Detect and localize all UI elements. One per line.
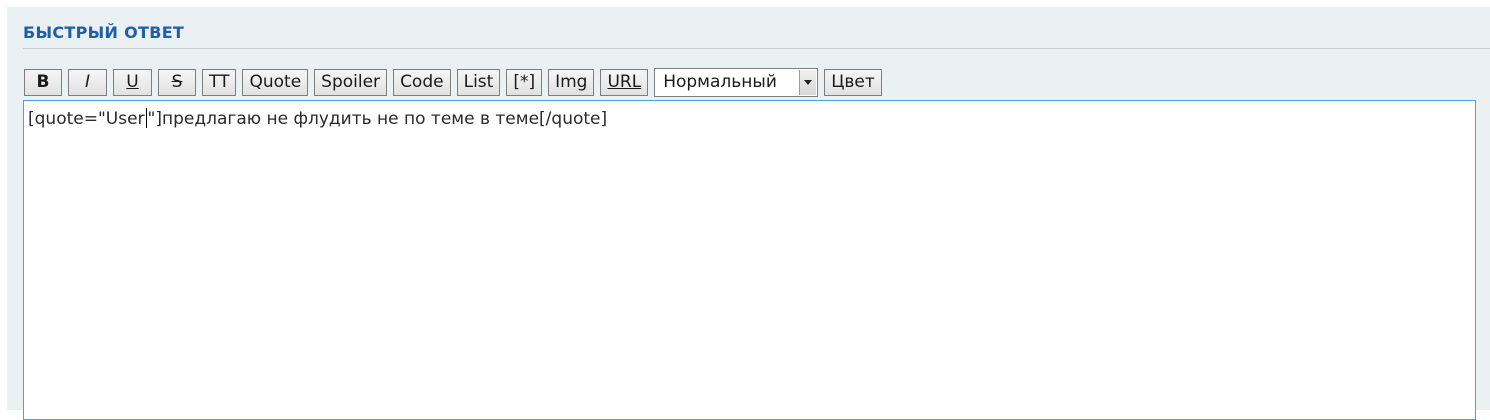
spoiler-button[interactable]: Spoiler	[314, 68, 388, 96]
url-button[interactable]: URL	[600, 68, 649, 96]
bbcode-toolbar: B I U S TT Quote Spoiler Code List [*] I…	[24, 67, 882, 97]
font-size-selected-value: Нормальный	[663, 71, 777, 92]
underline-button[interactable]: U	[113, 68, 152, 96]
bold-button[interactable]: B	[24, 68, 62, 96]
text-caret	[145, 108, 147, 128]
editor-text-after-caret: "]предлагаю не флудить не по теме в теме…	[147, 109, 608, 129]
strikethrough-button[interactable]: S	[158, 68, 196, 96]
editor-text-before-caret: [quote="User	[28, 109, 145, 129]
quick-reply-panel: БЫСТРЫЙ ОТВЕТ B I U S TT Quote Spoiler C…	[7, 7, 1490, 420]
chevron-down-icon[interactable]	[799, 69, 817, 95]
reply-textarea[interactable]: [quote="User "]предлагаю не флудить не по…	[23, 100, 1476, 420]
list-button[interactable]: List	[456, 68, 501, 96]
title-divider	[23, 48, 1490, 49]
italic-button[interactable]: I	[68, 68, 107, 96]
quote-button[interactable]: Quote	[242, 68, 309, 96]
panel-title: БЫСТРЫЙ ОТВЕТ	[23, 23, 185, 42]
teletype-button[interactable]: TT	[202, 68, 237, 96]
color-button[interactable]: Цвет	[824, 68, 882, 96]
list-item-button[interactable]: [*]	[506, 68, 543, 96]
font-size-select[interactable]: Нормальный	[654, 67, 819, 97]
code-button[interactable]: Code	[393, 68, 451, 96]
image-button[interactable]: Img	[548, 68, 595, 96]
